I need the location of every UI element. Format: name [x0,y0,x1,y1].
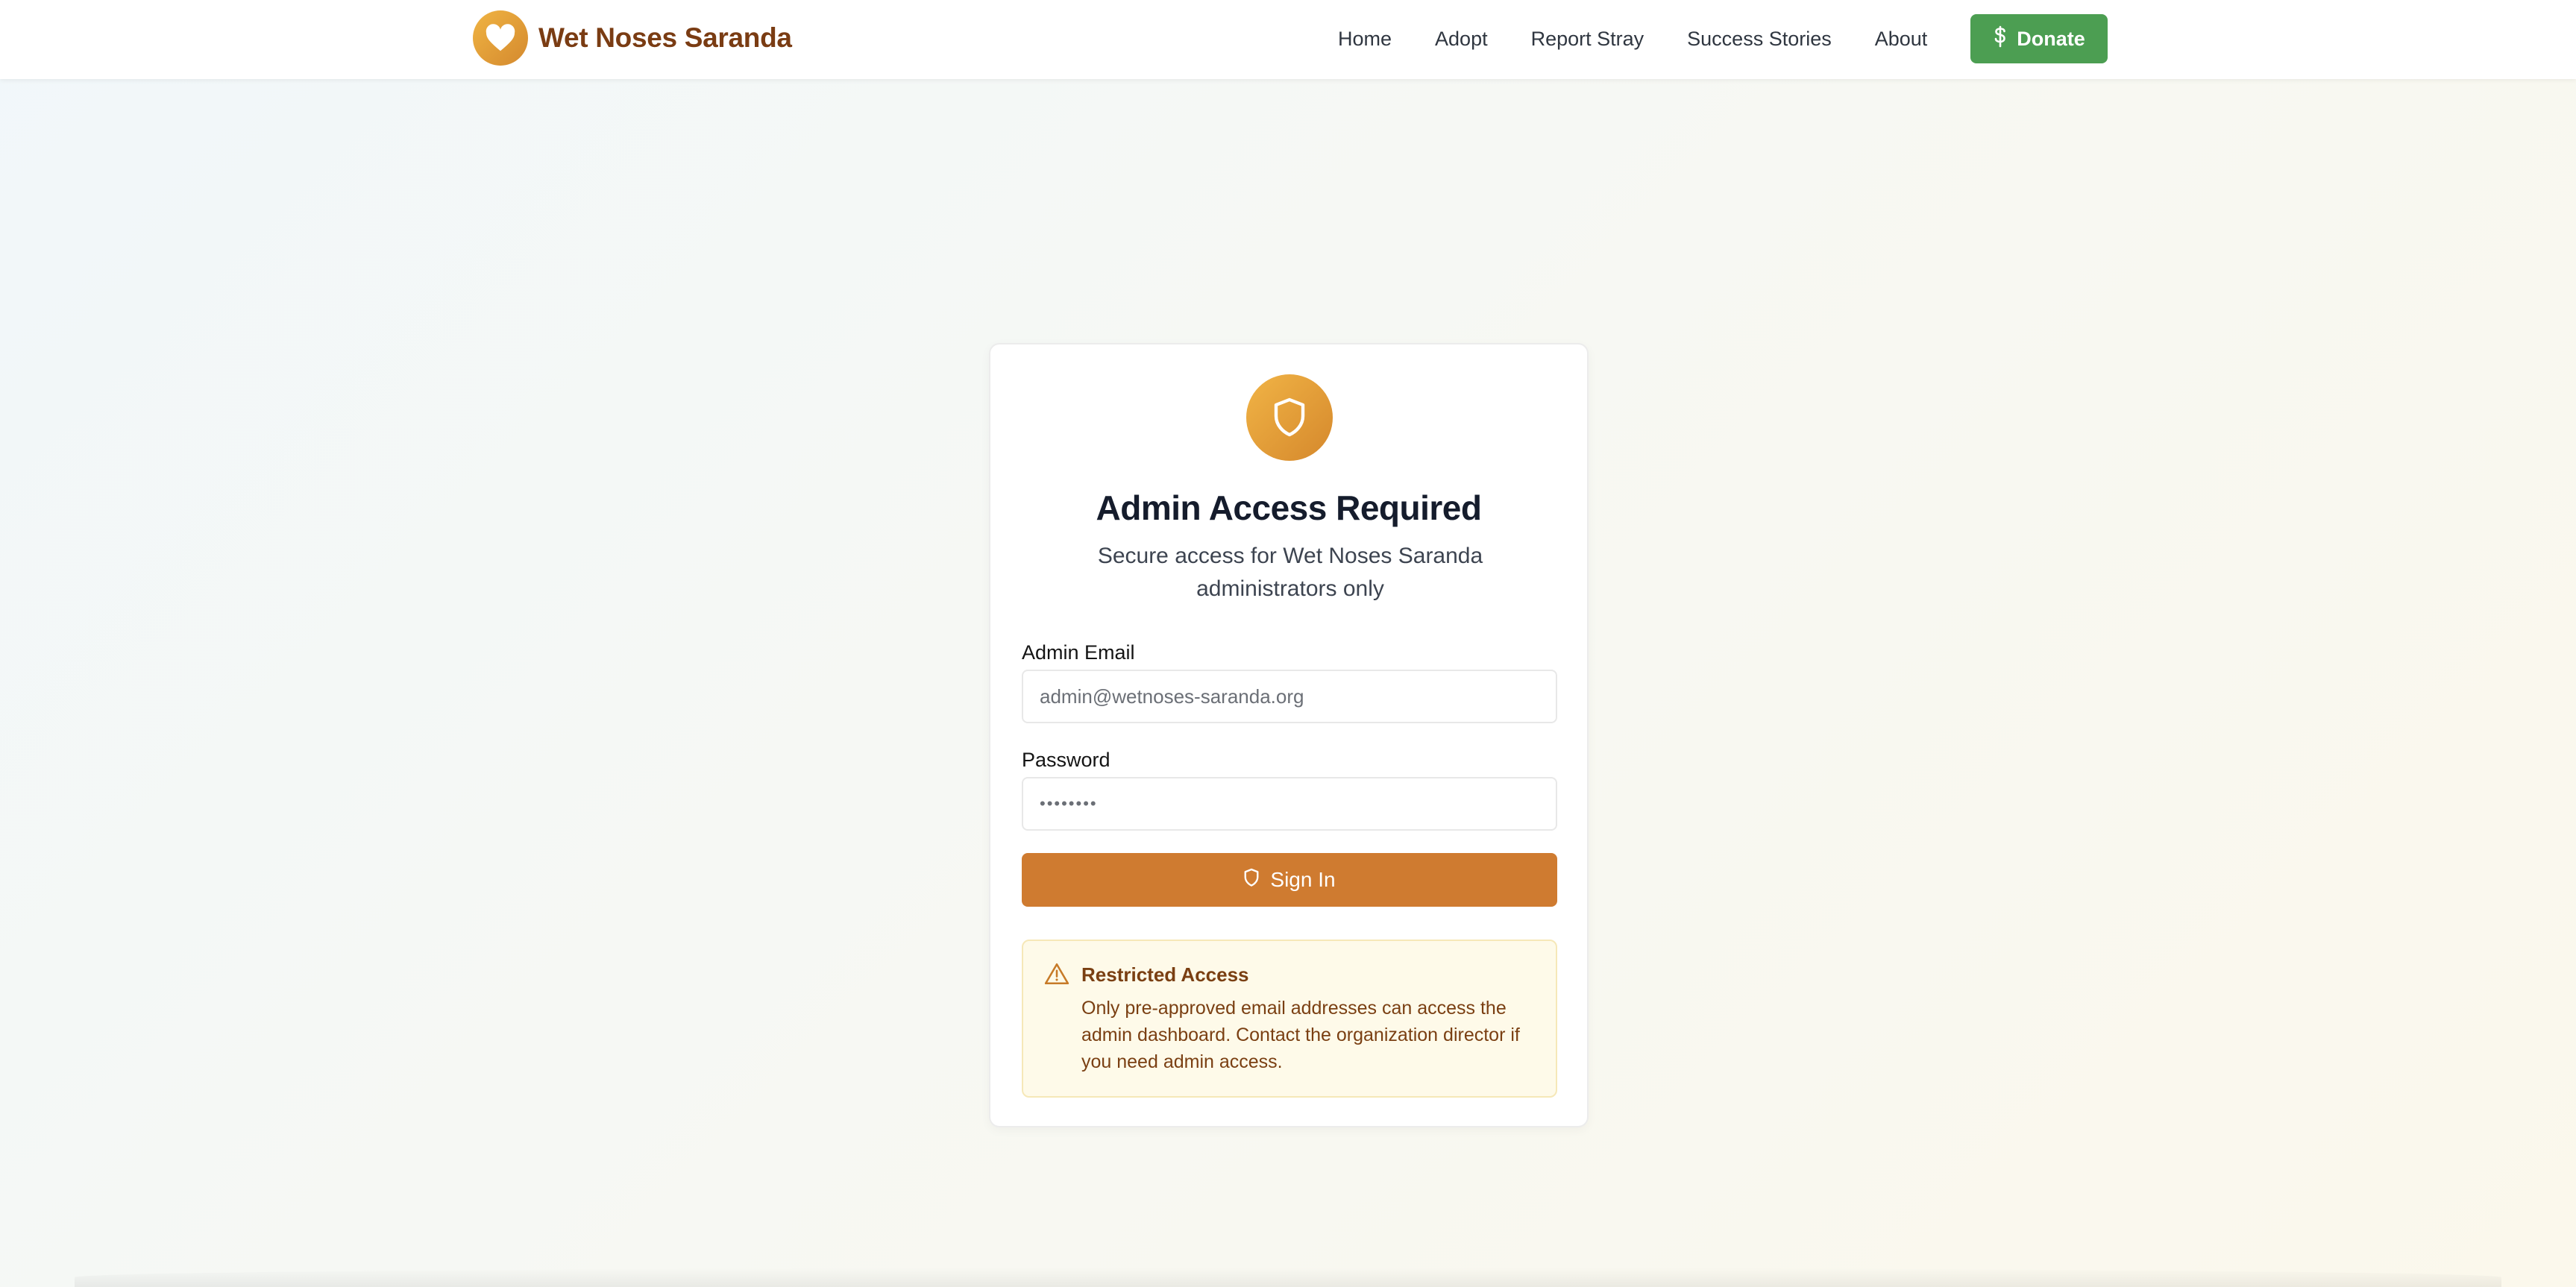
site-header: Wet Noses Saranda Home Adopt Report Stra… [0,0,2576,79]
password-label: Password [1022,749,1110,771]
nav-home[interactable]: Home [1338,28,1392,51]
nav-success-stories[interactable]: Success Stories [1687,28,1832,51]
shield-icon [1246,374,1333,461]
email-placeholder: admin@wetnoses-saranda.org [1040,685,1304,708]
admin-login-card: Admin Access Required Secure access for … [989,343,1589,1127]
email-field[interactable]: admin@wetnoses-saranda.org [1022,670,1557,723]
page-subtitle: Secure access for Wet Noses Saranda admi… [1097,544,1483,601]
dollar-icon [1993,25,2008,53]
password-field[interactable]: •••••••• [1022,777,1557,831]
nav-adopt[interactable]: Adopt [1435,28,1488,51]
page-title: Admin Access Required [1096,488,1482,527]
nav-report-stray[interactable]: Report Stray [1531,28,1644,51]
main-nav: Home Adopt Report Stray Success Stories … [1338,14,2108,63]
footer-shadow [75,1268,2501,1287]
email-label: Admin Email [1022,641,1135,664]
notice-title: Restricted Access [1081,963,1249,986]
sign-in-button[interactable]: Sign In [1022,853,1557,907]
password-value: •••••••• [1040,794,1098,813]
heart-icon [473,10,528,66]
restricted-access-notice: Restricted Access Only pre-approved emai… [1022,940,1557,1098]
brand-name: Wet Noses Saranda [538,22,792,53]
brand[interactable]: Wet Noses Saranda [473,10,792,66]
donate-label: Donate [2017,27,2085,50]
nav-about[interactable]: About [1875,28,1928,51]
sign-in-label: Sign In [1270,868,1336,891]
shield-icon [1243,868,1260,893]
warning-icon [1044,962,1069,989]
donate-button[interactable]: Donate [1970,14,2108,63]
notice-body: Only pre-approved email addresses can ac… [1081,998,1520,1072]
